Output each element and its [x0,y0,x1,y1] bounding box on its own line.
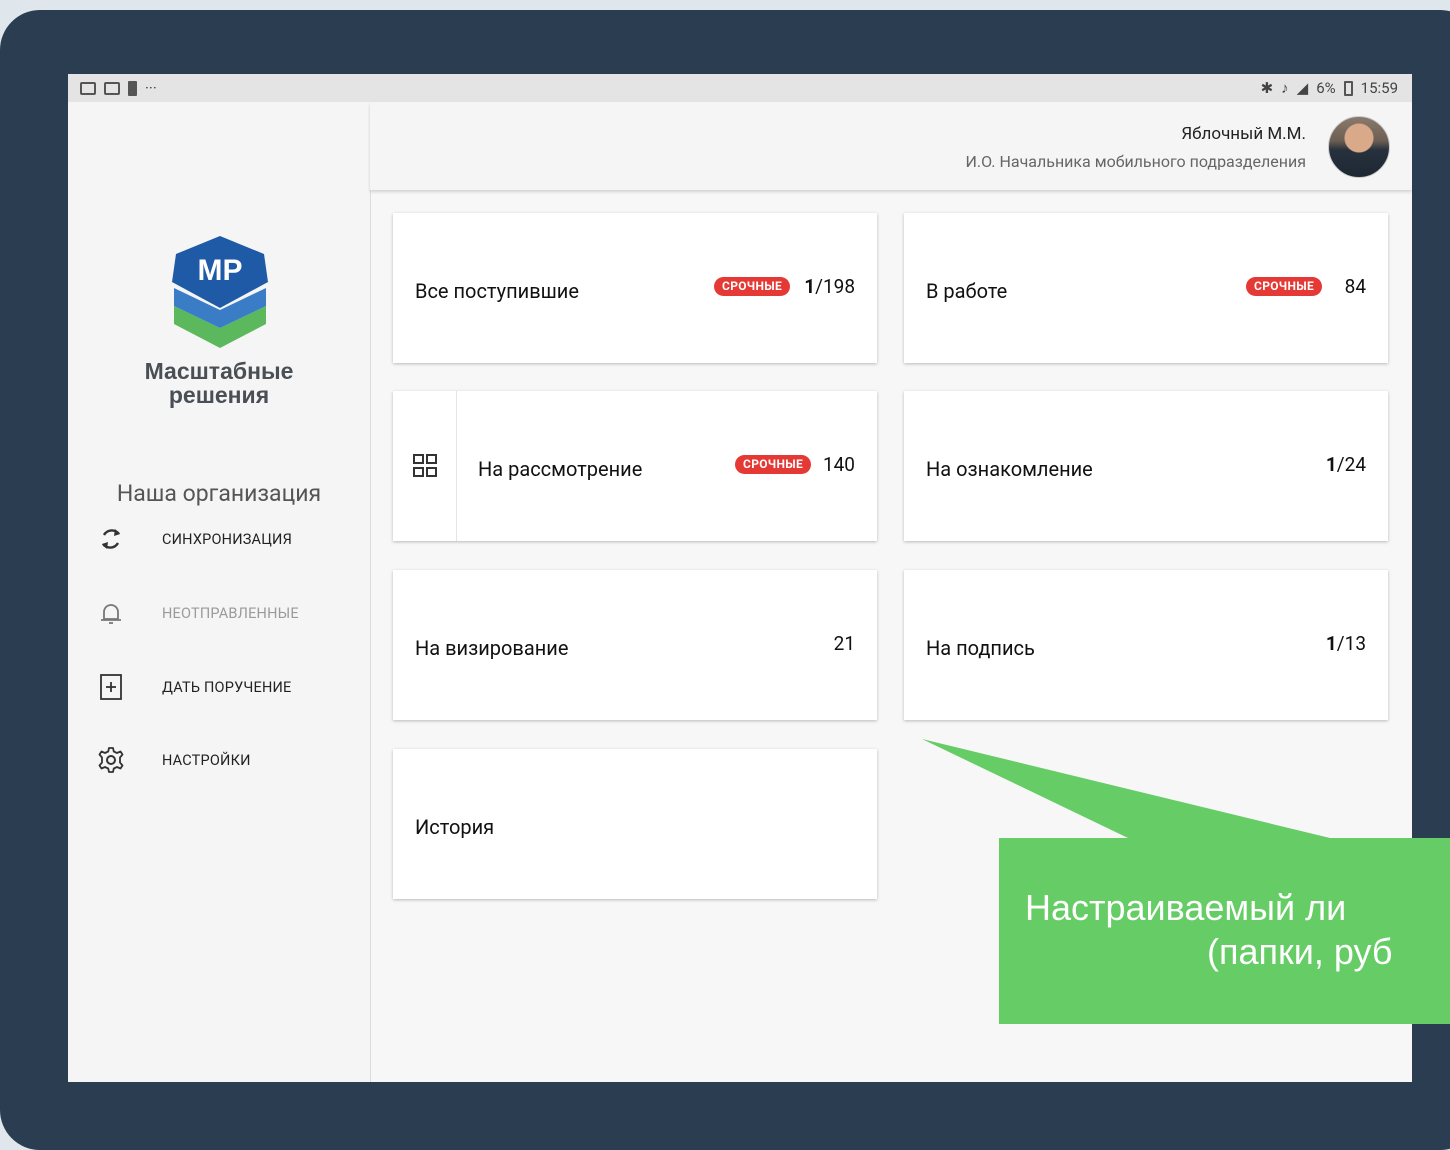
card-count-total: 84 [1344,275,1366,298]
logo-text: MP [198,254,243,287]
gear-icon [96,745,126,775]
card-count: 1/13 [1326,632,1366,655]
gallery-notification-icon [80,81,96,95]
card-count: 1/24 [1326,453,1366,476]
avatar[interactable] [1328,116,1390,178]
more-notifications-icon: ··· [145,79,157,97]
card-for-approval[interactable]: На визирование 21 [393,570,877,720]
urgent-badge: СРОЧНЫЕ [735,455,811,474]
card-title: На рассмотрение [478,457,643,481]
battery-percent: 6% [1316,79,1336,97]
card-title: В работе [926,279,1008,303]
sidebar-item-label: НЕОТПРАВЛЕННЫЕ [162,604,299,622]
card-in-progress[interactable]: В работе СРОЧНЫЕ 84 [904,213,1388,363]
callout-line2: (папки, руб [1207,931,1393,972]
card-count-total: /13 [1336,632,1366,655]
card-for-signature[interactable]: На подпись 1/13 [904,570,1388,720]
sidebar: MP Масштабные решения Наша организация С… [68,102,371,1082]
mute-icon: ♪ [1281,79,1289,97]
brand-name-line2: решения [168,382,270,408]
card-history[interactable]: История [393,749,877,899]
grid-icon[interactable] [393,391,457,541]
bell-icon [96,598,126,628]
card-count-total: 21 [833,632,855,655]
urgent-badge: СРОЧНЫЕ [1246,277,1322,296]
card-count-urgent: 1 [1325,632,1337,655]
sidebar-item-give-task[interactable]: ДАТЬ ПОРУЧЕНИЕ [68,665,370,709]
card-count-urgent: 1 [1325,453,1337,476]
card-count: 1/198 [804,275,855,298]
callout-line1: Настраиваемый ли [1025,887,1347,928]
card-all-incoming[interactable]: Все поступившие СРОЧНЫЕ 1/198 [393,213,877,363]
wifi-signal-icon: ◢ [1296,79,1309,97]
bluetooth-icon: ✱ [1260,79,1274,97]
card-title: История [415,815,495,839]
card-count-urgent: 1 [804,275,816,298]
battery-alert-icon [128,80,137,96]
organization-name: Наша организация [116,480,322,507]
urgent-badge: СРОЧНЫЕ [714,277,790,296]
card-count: 21 [834,632,855,655]
callout-box: Настраиваемый ли (папки, руб [999,838,1450,1024]
card-count-total: 140 [822,453,855,476]
card-count: 140 [823,453,855,476]
card-title: На визирование [415,636,569,660]
card-for-review[interactable]: На рассмотрение СРОЧНЫЕ 140 [393,391,877,541]
card-title: На ознакомление [926,457,1093,481]
add-box-icon [96,672,126,702]
clock: 15:59 [1360,79,1398,97]
card-for-acquaintance[interactable]: На ознакомление 1/24 [904,391,1388,541]
sidebar-item-label: СИНХРОНИЗАЦИЯ [162,530,292,548]
battery-icon [1343,80,1353,96]
brand-name-line1: Масштабные [144,358,294,384]
user-role: И.О. Начальника мобильного подразделения [965,152,1306,171]
sidebar-item-label: НАСТРОЙКИ [162,751,251,769]
sync-icon [96,524,126,554]
card-count-total: /198 [815,275,855,298]
sidebar-item-unsent[interactable]: НЕОТПРАВЛЕННЫЕ [68,591,370,635]
mail-notification-icon [104,81,120,95]
card-title: Все поступившие [415,279,579,303]
user-name: Яблочный М.М. [1181,124,1306,144]
status-bar: ··· ✱ ♪ ◢ 6% 15:59 [68,74,1412,102]
sidebar-item-sync[interactable]: СИНХРОНИЗАЦИЯ [68,517,370,561]
sidebar-item-label: ДАТЬ ПОРУЧЕНИЕ [162,678,292,696]
app-header: Яблочный М.М. И.О. Начальника мобильного… [370,102,1412,190]
card-count-total: /24 [1336,453,1366,476]
card-title: На подпись [926,636,1035,660]
card-count: 84 [1345,275,1366,298]
sidebar-item-settings[interactable]: НАСТРОЙКИ [68,738,370,782]
company-logo: MP [172,236,268,348]
